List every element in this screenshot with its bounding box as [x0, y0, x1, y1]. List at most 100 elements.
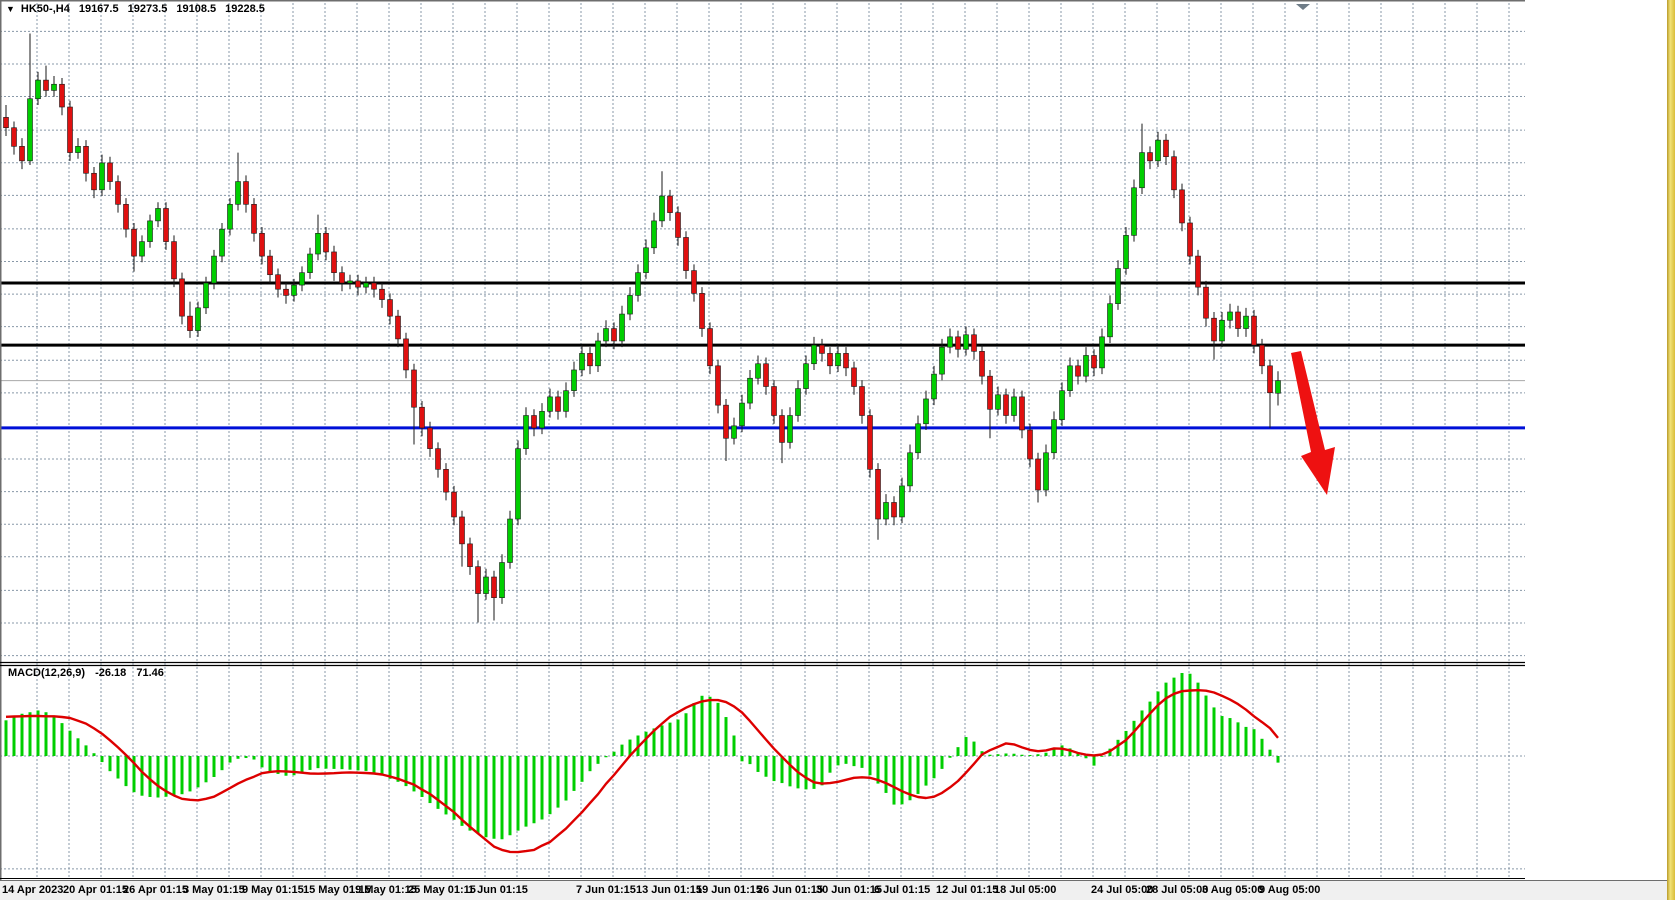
candle: [348, 281, 353, 283]
candle: [628, 295, 633, 314]
candle: [660, 196, 665, 221]
candle: [700, 293, 705, 328]
candle: [876, 469, 881, 519]
candle: [284, 289, 289, 295]
candle: [1012, 397, 1017, 416]
candle: [572, 370, 577, 391]
candle: [924, 399, 929, 424]
macd-axis[interactable]: 332.060.00-446.36: [1525, 666, 1668, 880]
candle: [244, 182, 249, 205]
candle: [404, 339, 409, 370]
candle: [604, 329, 609, 341]
candle: [524, 416, 529, 449]
candle: [1180, 190, 1185, 223]
candle: [260, 233, 265, 256]
time-tick-label: 28 Jul 05:00: [1146, 884, 1208, 896]
time-tick-label: 6 Jul 01:15: [874, 884, 930, 896]
time-tick-label: 1 Jun 01:15: [468, 884, 528, 896]
candle: [1148, 153, 1153, 161]
candle: [652, 221, 657, 248]
candle: [1084, 355, 1089, 376]
candle: [1140, 153, 1145, 188]
candle: [972, 335, 977, 352]
candle: [1260, 345, 1265, 366]
candle: [268, 256, 273, 275]
symbol-dropdown-icon[interactable]: ▼: [6, 4, 15, 14]
candle: [620, 314, 625, 341]
candle: [252, 204, 257, 233]
candle: [932, 374, 937, 399]
candle: [124, 204, 129, 229]
candle: [732, 426, 737, 438]
candle: [148, 221, 153, 242]
candle: [956, 337, 961, 349]
price-axis[interactable]: 20915.520758.020600.520438.520281.020123…: [1525, 0, 1668, 666]
candle: [860, 387, 865, 416]
candle: [580, 353, 585, 370]
candle: [180, 279, 185, 316]
candle: [1164, 140, 1169, 157]
candle: [532, 416, 537, 428]
candle: [1100, 337, 1105, 368]
candle: [884, 502, 889, 519]
candle: [780, 416, 785, 443]
candle: [788, 416, 793, 443]
candle: [828, 353, 833, 365]
candle: [716, 366, 721, 405]
candle: [868, 416, 873, 470]
candle: [852, 368, 857, 387]
window-edge: [1667, 0, 1675, 900]
chart-canvas[interactable]: [0, 0, 1675, 900]
candle: [908, 453, 913, 486]
chart-shift-marker-icon[interactable]: [1296, 4, 1310, 10]
candle: [308, 254, 313, 273]
candle: [1092, 355, 1097, 367]
quote-low: 19108.5: [176, 3, 216, 15]
candle: [28, 99, 33, 161]
candle: [396, 316, 401, 339]
candle: [468, 544, 473, 567]
candle: [220, 229, 225, 256]
candle: [412, 370, 417, 407]
candle: [948, 337, 953, 347]
candle: [300, 273, 305, 285]
candle: [44, 80, 49, 90]
candle: [1108, 304, 1113, 337]
candle: [276, 275, 281, 289]
candle: [900, 486, 905, 517]
candle: [76, 146, 81, 152]
trend-arrow-annotation[interactable]: [1291, 351, 1335, 495]
candle: [940, 347, 945, 374]
candle: [164, 208, 169, 241]
candle: [52, 84, 57, 90]
time-axis[interactable]: 14 Apr 202320 Apr 01:1526 Apr 01:153 May…: [0, 880, 1675, 900]
candle: [388, 300, 393, 317]
candle: [540, 411, 545, 428]
time-tick-label: 26 Apr 01:15: [123, 884, 188, 896]
time-tick-label: 20 Apr 01:15: [63, 884, 128, 896]
macd-value: -26.18: [95, 667, 126, 679]
candle: [436, 449, 441, 470]
candle: [988, 376, 993, 409]
chart-window: ▼ HK50-,H4 19167.5 19273.5 19108.5 19228…: [0, 0, 1675, 900]
candle: [1228, 312, 1233, 320]
candle: [892, 502, 897, 516]
candle: [196, 308, 201, 331]
candle: [356, 281, 361, 287]
candle: [20, 146, 25, 160]
candle: [996, 395, 1001, 409]
candle: [1252, 316, 1257, 345]
quote-high: 19273.5: [128, 3, 168, 15]
candle: [748, 378, 753, 403]
candle: [1044, 453, 1049, 490]
candle: [212, 256, 217, 283]
candle: [740, 403, 745, 426]
candle: [708, 329, 713, 366]
candle: [236, 182, 241, 205]
macd-name: MACD(12,26,9): [8, 667, 85, 679]
time-tick-label: 14 Apr 2023: [2, 884, 63, 896]
candle: [140, 242, 145, 256]
candle: [844, 353, 849, 367]
candle: [676, 213, 681, 238]
candle: [796, 389, 801, 416]
